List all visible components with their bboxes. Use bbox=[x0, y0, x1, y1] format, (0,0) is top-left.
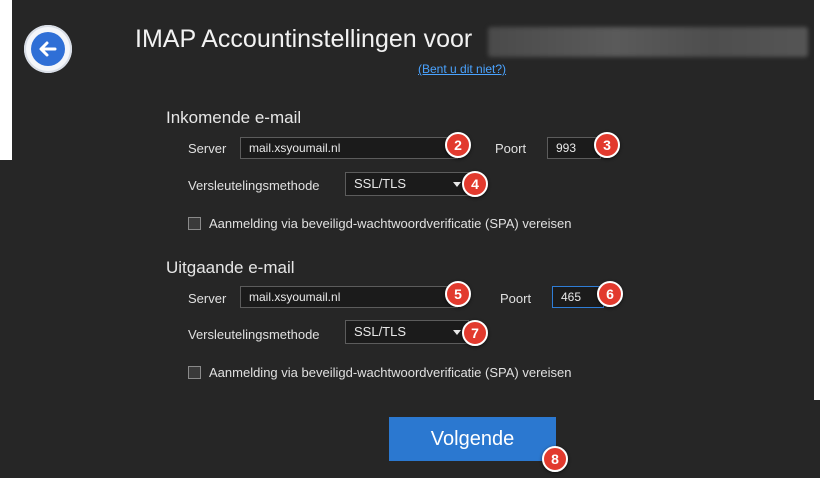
incoming-encryption-select[interactable]: SSL/TLS bbox=[345, 172, 469, 196]
account-email-redacted bbox=[488, 27, 808, 57]
page-title: IMAP Accountinstellingen voor bbox=[135, 25, 473, 53]
step-badge-4: 4 bbox=[462, 171, 488, 197]
incoming-encryption-label: Versleutelingsmethode bbox=[188, 178, 320, 193]
step-badge-7: 7 bbox=[462, 320, 488, 346]
outgoing-spa-checkbox[interactable] bbox=[188, 366, 201, 379]
step-badge-2: 2 bbox=[445, 132, 471, 158]
not-you-link[interactable]: (Bent u dit niet?) bbox=[418, 62, 506, 76]
step-badge-5: 5 bbox=[445, 281, 471, 307]
incoming-spa-checkbox[interactable] bbox=[188, 217, 201, 230]
incoming-server-label: Server bbox=[188, 141, 227, 156]
next-button[interactable]: Volgende bbox=[389, 417, 556, 461]
back-arrow-icon bbox=[31, 32, 65, 66]
chevron-down-icon bbox=[453, 330, 461, 335]
background-edge-right bbox=[814, 0, 820, 400]
incoming-port-input[interactable]: 993 bbox=[547, 137, 601, 159]
outgoing-encryption-value: SSL/TLS bbox=[354, 324, 407, 339]
outgoing-port-label: Poort bbox=[500, 291, 532, 306]
outgoing-encryption-label: Versleutelingsmethode bbox=[188, 327, 320, 342]
incoming-port-label: Poort bbox=[495, 141, 527, 156]
outgoing-port-input[interactable]: 465 bbox=[552, 286, 604, 308]
step-badge-3: 3 bbox=[594, 132, 620, 158]
outgoing-server-label: Server bbox=[188, 291, 227, 306]
step-badge-8: 8 bbox=[542, 446, 568, 472]
outgoing-spa-label: Aanmelding via beveiligd-wachtwoordverif… bbox=[209, 365, 572, 380]
incoming-server-input[interactable]: mail.xsyoumail.nl bbox=[240, 137, 458, 159]
outgoing-encryption-select[interactable]: SSL/TLS bbox=[345, 320, 469, 344]
back-button[interactable] bbox=[24, 25, 72, 73]
outgoing-section-title: Uitgaande e-mail bbox=[166, 258, 295, 277]
outgoing-server-input[interactable]: mail.xsyoumail.nl bbox=[240, 286, 458, 308]
background-edge bbox=[0, 0, 12, 160]
incoming-spa-label: Aanmelding via beveiligd-wachtwoordverif… bbox=[209, 216, 572, 231]
incoming-encryption-value: SSL/TLS bbox=[354, 176, 407, 191]
incoming-section-title: Inkomende e-mail bbox=[166, 108, 302, 127]
step-badge-6: 6 bbox=[597, 281, 623, 307]
chevron-down-icon bbox=[453, 182, 461, 187]
